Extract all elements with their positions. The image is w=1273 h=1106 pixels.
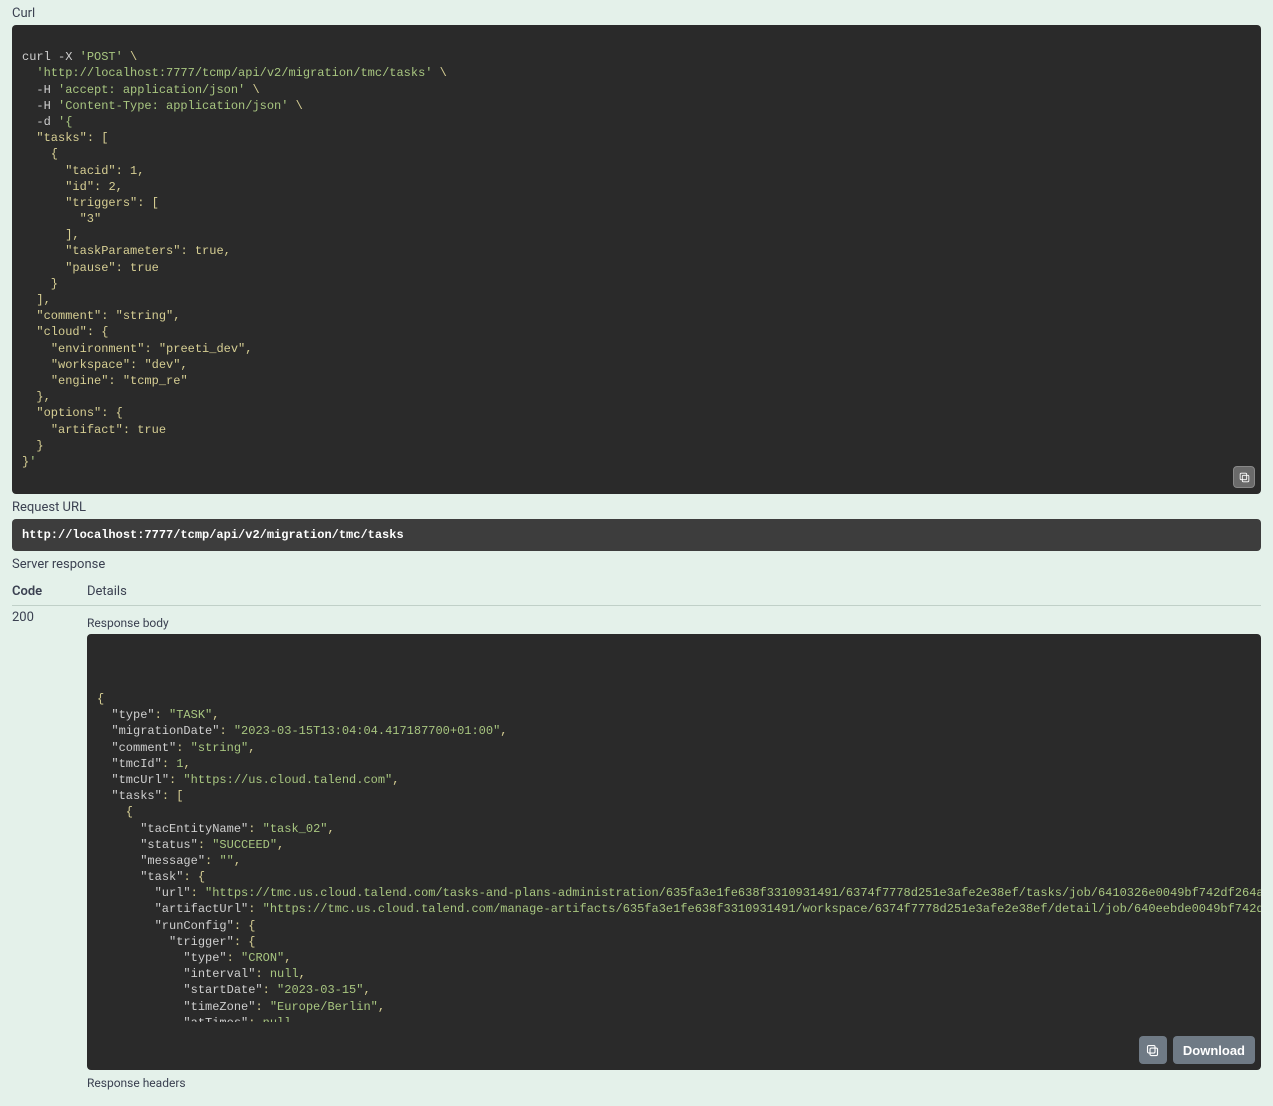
server-response-label: Server response [12,557,1261,572]
details-header: Details [87,584,127,599]
response-body-block: { "type": "TASK", "migrationDate": "2023… [87,634,1261,1070]
copy-curl-button[interactable] [1233,466,1255,488]
request-url-block: http://localhost:7777/tcmp/api/v2/migrat… [12,519,1261,551]
response-body-label: Response body [87,616,1261,630]
download-button[interactable]: Download [1173,1036,1255,1064]
request-url-label: Request URL [12,500,1261,515]
response-table-header: Code Details [12,578,1261,606]
response-row: 200 Response body { "type": "TASK", "mig… [12,610,1261,1094]
curl-code-block: curl -X 'POST' \ 'http://localhost:7777/… [12,25,1261,494]
code-header: Code [12,584,67,599]
copy-response-button[interactable] [1139,1036,1167,1064]
curl-label: Curl [12,6,1261,21]
response-headers-label: Response headers [87,1076,1261,1090]
status-code: 200 [12,610,67,625]
